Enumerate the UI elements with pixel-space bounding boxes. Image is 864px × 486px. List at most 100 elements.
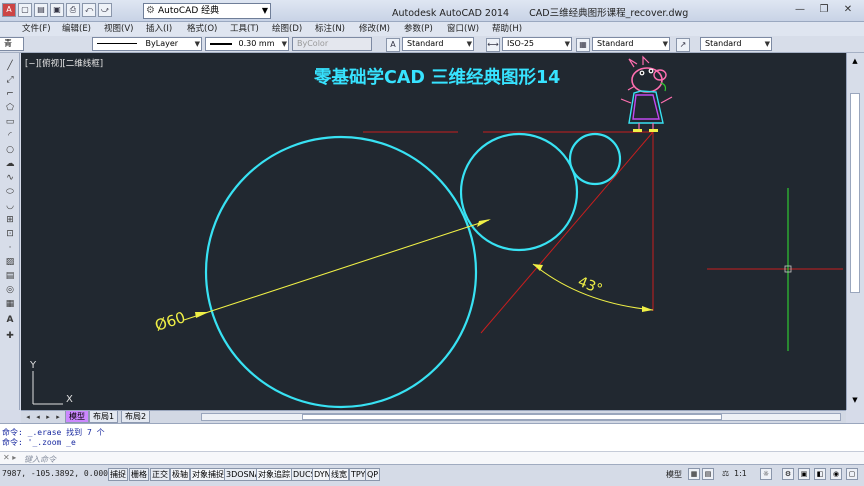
- menu-format[interactable]: 格式(O): [187, 22, 217, 36]
- toggle-otrack[interactable]: 对象追踪: [256, 468, 292, 481]
- hatch-icon[interactable]: ▨: [3, 257, 17, 268]
- model-space-label[interactable]: 模型: [666, 469, 682, 480]
- ellipse-icon[interactable]: ⬭: [3, 187, 17, 198]
- drawing-canvas[interactable]: [−][俯视][二维线框] 零基础学CAD 三维经典图形14 Ø60 43° Y…: [21, 53, 846, 410]
- annotation-scale-icon[interactable]: ⚖: [722, 469, 729, 478]
- menu-help[interactable]: 帮助(H): [492, 22, 522, 36]
- vertical-scrollbar[interactable]: ▲ ▼: [846, 53, 864, 410]
- maximize-button[interactable]: ❐: [812, 2, 836, 18]
- table-style-icon[interactable]: ▦: [576, 38, 590, 52]
- ucs-x-label: X: [66, 394, 73, 405]
- clean-screen-icon[interactable]: ▢: [846, 468, 858, 480]
- color-combo[interactable]: 青: [0, 37, 24, 51]
- command-input[interactable]: ✕ ▸ 键入命令: [0, 451, 864, 465]
- close-icon[interactable]: ✕ ▸: [3, 453, 16, 462]
- revision-cloud-icon[interactable]: ☁: [3, 159, 17, 170]
- toggle-qp[interactable]: QP: [365, 468, 381, 481]
- table-style-combo[interactable]: Standard ▼: [592, 37, 670, 51]
- menu-insert[interactable]: 插入(I): [146, 22, 172, 36]
- angle-dimension: 43°: [532, 263, 654, 312]
- menu-parametric[interactable]: 参数(P): [404, 22, 433, 36]
- menu-file[interactable]: 文件(F): [22, 22, 51, 36]
- text-style-combo[interactable]: Standard ▼: [402, 37, 474, 51]
- tab-layout1[interactable]: 布局1: [89, 411, 119, 423]
- line-icon[interactable]: ╱: [3, 61, 17, 72]
- rectangle-icon[interactable]: ▭: [3, 117, 17, 128]
- scroll-up-icon[interactable]: ▲: [850, 57, 860, 67]
- menu-draw[interactable]: 绘图(D): [272, 22, 302, 36]
- arc-icon[interactable]: ◜: [3, 131, 17, 142]
- menu-window[interactable]: 窗口(W): [447, 22, 479, 36]
- annotation-scale[interactable]: 1:1: [734, 469, 747, 478]
- undo-icon[interactable]: ⤺: [82, 3, 96, 17]
- scroll-down-icon[interactable]: ▼: [850, 396, 860, 406]
- open-file-icon[interactable]: ▤: [34, 3, 48, 17]
- menu-tools[interactable]: 工具(T): [230, 22, 259, 36]
- construction-line-icon[interactable]: ⤢: [3, 75, 17, 86]
- toggle-osnap[interactable]: 对象捕捉: [190, 468, 226, 481]
- menu-view[interactable]: 视图(V): [104, 22, 133, 36]
- menu-modify[interactable]: 修改(M): [359, 22, 390, 36]
- region-icon[interactable]: ◎: [3, 285, 17, 296]
- isolate-objects-icon[interactable]: ◉: [830, 468, 842, 480]
- prev-tab-icon[interactable]: ◂: [33, 412, 43, 422]
- lock-icon[interactable]: ▣: [798, 468, 810, 480]
- toggle-polar[interactable]: 极轴: [170, 468, 190, 481]
- tab-model[interactable]: 模型: [65, 411, 89, 423]
- table-icon[interactable]: ▦: [3, 299, 17, 310]
- ucs-y-label: Y: [29, 360, 37, 371]
- horizontal-scroll-thumb[interactable]: [302, 414, 722, 420]
- minimize-button[interactable]: —: [788, 2, 812, 18]
- print-icon[interactable]: ⎙: [66, 3, 80, 17]
- save-icon[interactable]: ▣: [50, 3, 64, 17]
- lineweight-combo[interactable]: 0.30 mm ▼: [205, 37, 289, 51]
- make-block-icon[interactable]: ⊡: [3, 229, 17, 240]
- dim-style-icon[interactable]: ⟷: [486, 38, 500, 52]
- tab-layout2[interactable]: 布局2: [121, 411, 151, 423]
- new-file-icon[interactable]: ▢: [18, 3, 32, 17]
- app-name: Autodesk AutoCAD 2014: [392, 8, 510, 19]
- last-tab-icon[interactable]: ▸: [53, 412, 63, 422]
- plotstyle-combo[interactable]: ByColor: [292, 37, 372, 51]
- horizontal-scrollbar[interactable]: [201, 413, 841, 421]
- redo-icon[interactable]: ⤻: [98, 3, 112, 17]
- linetype-combo[interactable]: ByLayer ▼: [92, 37, 202, 51]
- coordinate-readout[interactable]: 7987, -105.3892, 0.0000: [2, 469, 113, 478]
- circle-icon[interactable]: ○: [3, 145, 17, 156]
- multiline-text-icon[interactable]: A: [3, 315, 17, 326]
- layout-icon[interactable]: ▦: [688, 468, 700, 480]
- status-bar: 7987, -105.3892, 0.0000 捕捉 栅格 正交 极轴 对象捕捉…: [0, 464, 864, 486]
- scroll-thumb[interactable]: [850, 93, 860, 293]
- window-title: Autodesk AutoCAD 2014 CAD三维经典图形课程_recove…: [392, 5, 688, 19]
- insert-block-icon[interactable]: ⊞: [3, 215, 17, 226]
- quickview-icon[interactable]: ▤: [702, 468, 714, 480]
- polyline-icon[interactable]: ⌐: [3, 89, 17, 100]
- toggle-grid[interactable]: 栅格: [129, 468, 149, 481]
- workspace-switch-icon[interactable]: ⚙: [782, 468, 794, 480]
- toggle-lineweight[interactable]: 线宽: [329, 468, 349, 481]
- title-bar: A ▢ ▤ ▣ ⎙ ⤺ ⤻ ⚙ AutoCAD 经典 ▼ Autodesk Au…: [0, 0, 864, 22]
- multileader-style-combo[interactable]: Standard ▼: [700, 37, 772, 51]
- workspace-select[interactable]: ⚙ AutoCAD 经典 ▼: [143, 3, 271, 19]
- text-style-icon[interactable]: A: [386, 38, 400, 52]
- first-tab-icon[interactable]: ◂: [23, 412, 33, 422]
- gradient-icon[interactable]: ▤: [3, 271, 17, 282]
- multileader-style-icon[interactable]: ↗: [676, 38, 690, 52]
- polygon-icon[interactable]: ⬠: [3, 103, 17, 114]
- toggle-snap[interactable]: 捕捉: [108, 468, 128, 481]
- app-menu-button[interactable]: A: [2, 3, 16, 17]
- next-tab-icon[interactable]: ▸: [43, 412, 53, 422]
- menu-dimension[interactable]: 标注(N): [315, 22, 345, 36]
- spline-icon[interactable]: ∿: [3, 173, 17, 184]
- hardware-acceleration-icon[interactable]: ◧: [814, 468, 826, 480]
- toggle-ortho[interactable]: 正交: [150, 468, 170, 481]
- construction-lines: [363, 131, 843, 334]
- dim-style-combo[interactable]: ISO-25 ▼: [502, 37, 572, 51]
- properties-toolbar: 青 ByLayer ▼ 0.30 mm ▼ ByColor A Standard…: [0, 36, 864, 53]
- menu-edit[interactable]: 编辑(E): [62, 22, 91, 36]
- close-button[interactable]: ✕: [836, 2, 860, 18]
- point-icon[interactable]: ·: [3, 243, 17, 254]
- annotation-visibility-icon[interactable]: ☼: [760, 468, 772, 480]
- ellipse-arc-icon[interactable]: ◡: [3, 201, 17, 212]
- add-selected-icon[interactable]: ✚: [3, 331, 17, 342]
